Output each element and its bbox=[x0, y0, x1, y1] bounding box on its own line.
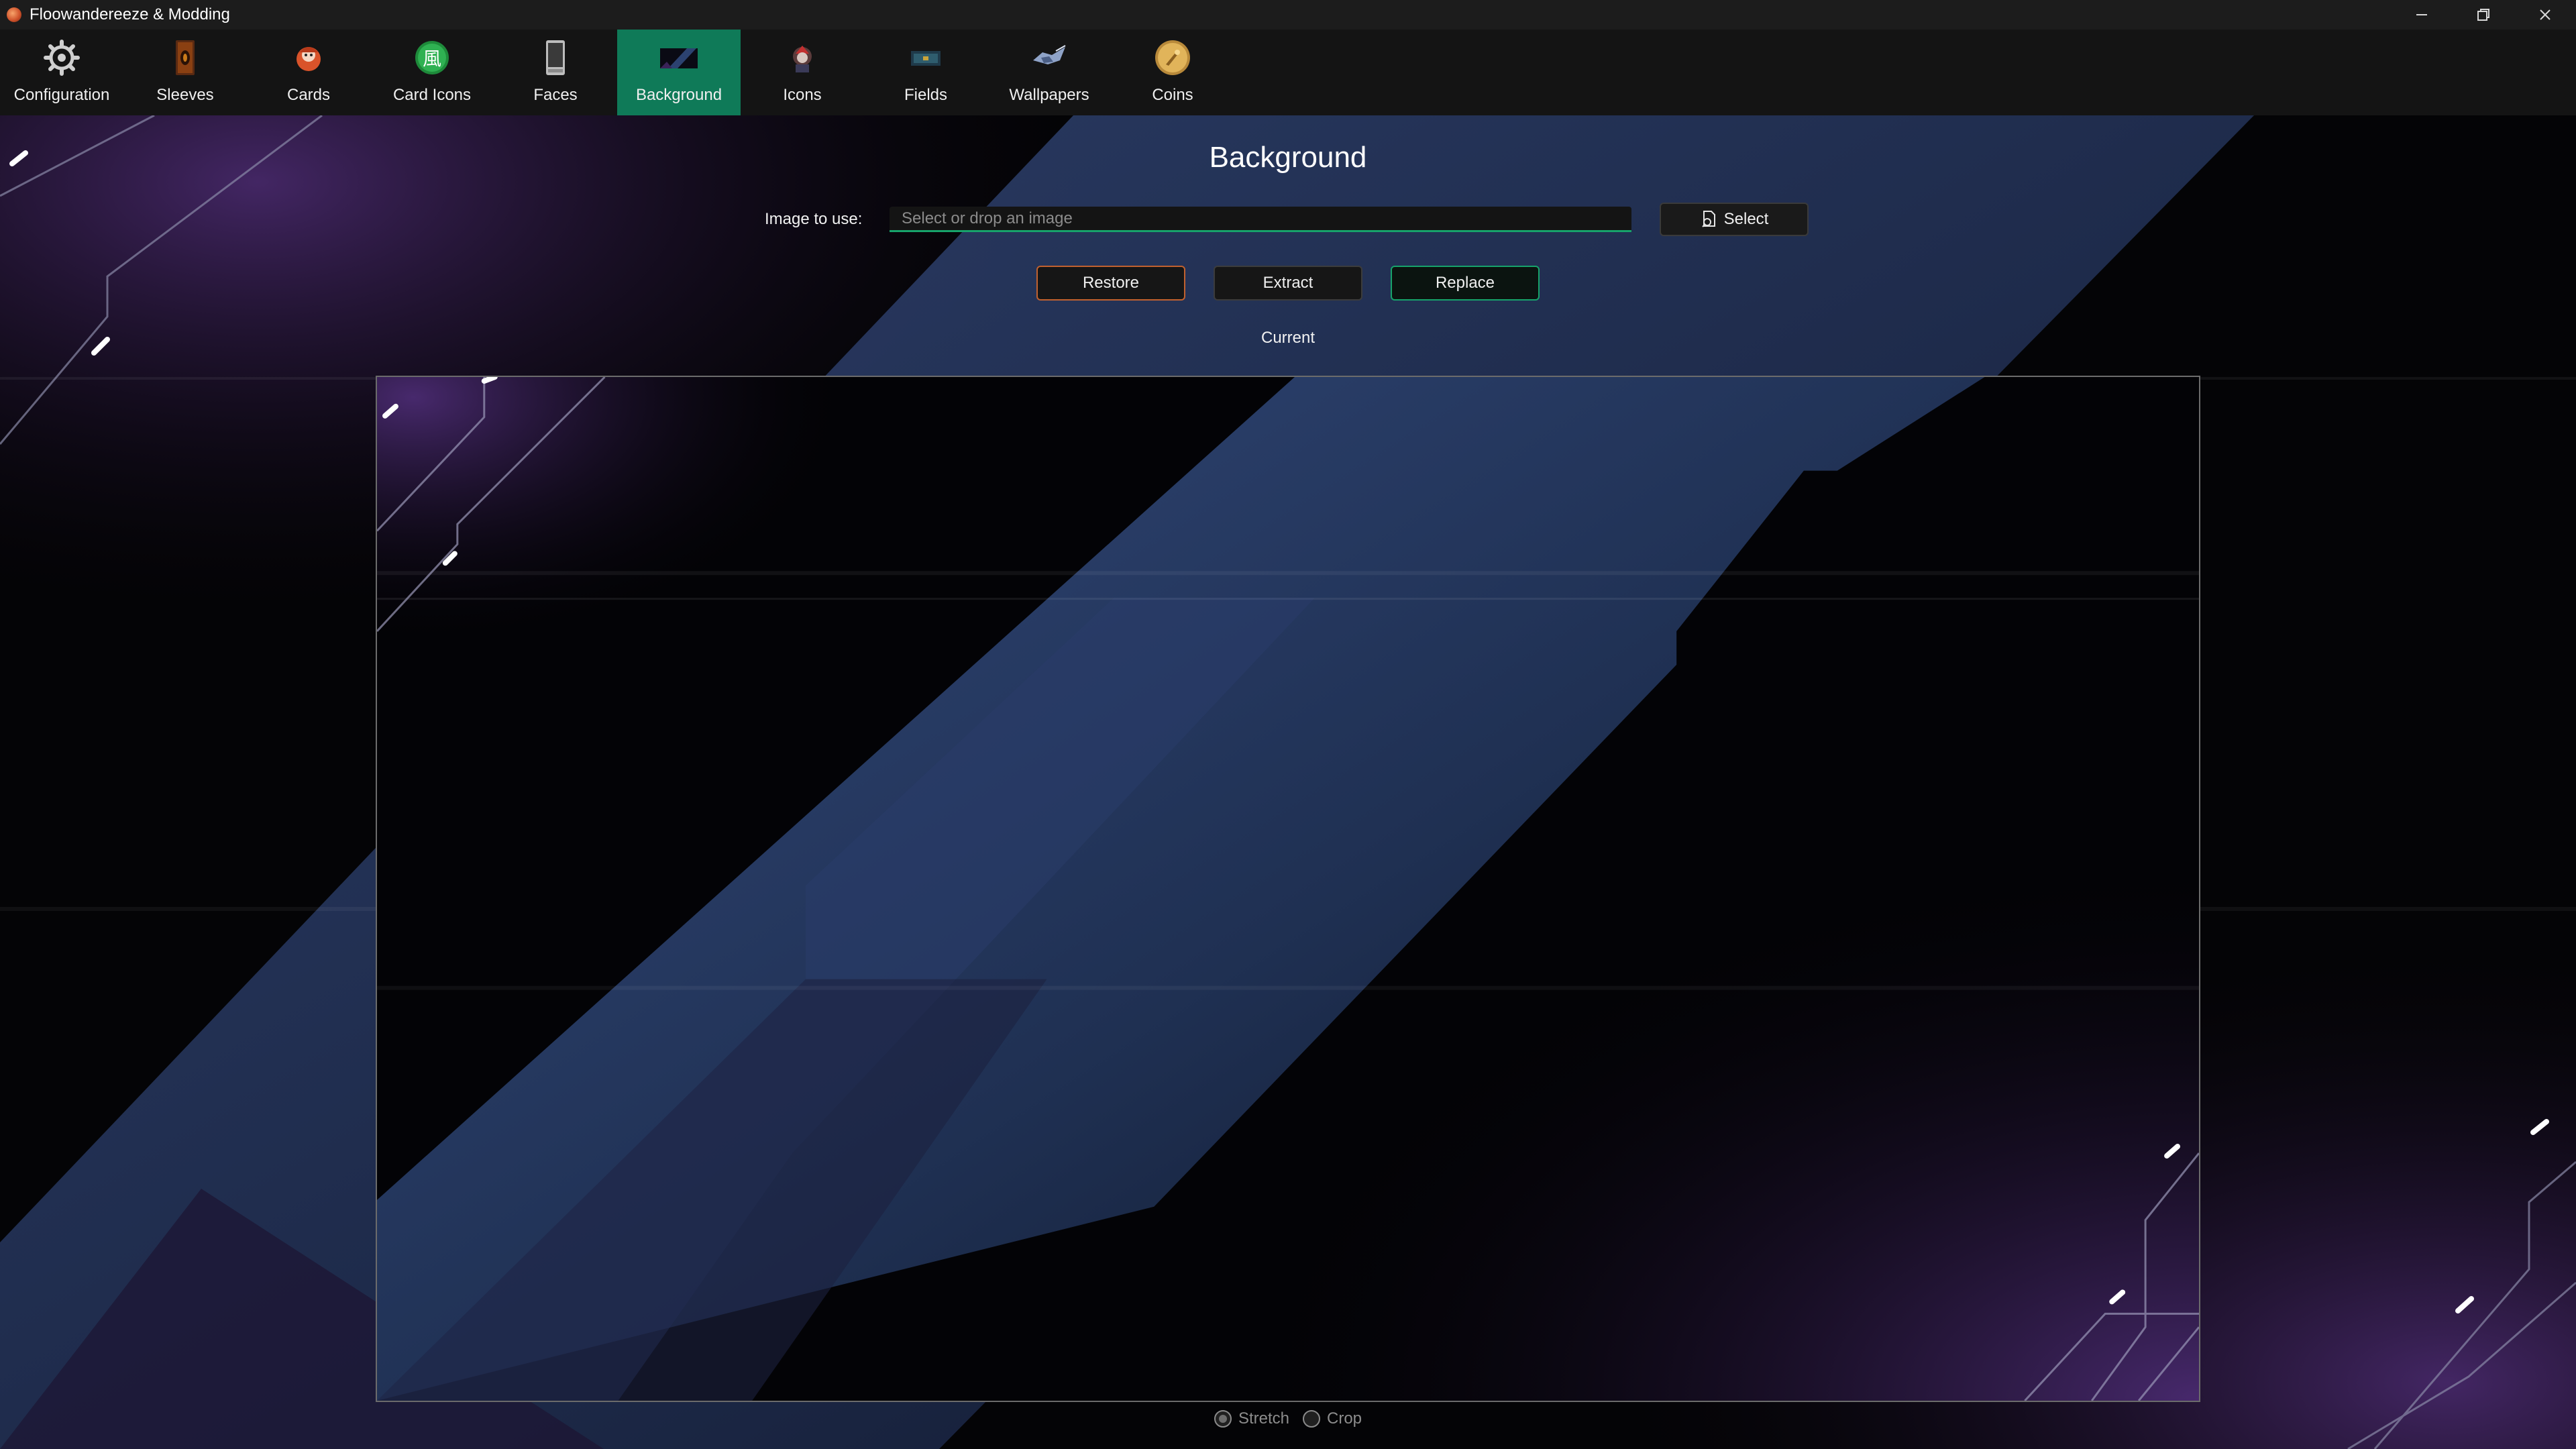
image-path-input[interactable] bbox=[890, 207, 1631, 232]
coin-icon bbox=[1151, 36, 1194, 79]
tab-label: Faces bbox=[533, 86, 578, 104]
tab-coins[interactable]: Coins bbox=[1111, 30, 1234, 115]
tab-cards[interactable]: Cards bbox=[247, 30, 370, 115]
stretch-radio[interactable] bbox=[1214, 1410, 1232, 1428]
tab-label: Card Icons bbox=[392, 86, 472, 104]
tab-label: Configuration bbox=[13, 86, 110, 104]
image-source-row: Image to use: Select bbox=[765, 203, 1809, 236]
stretch-option[interactable]: Stretch bbox=[1214, 1409, 1289, 1428]
tab-faces[interactable]: Faces bbox=[494, 30, 617, 115]
background-panel: Background Image to use: Select Restore … bbox=[0, 115, 2576, 1449]
image-to-use-label: Image to use: bbox=[765, 210, 863, 228]
wallpaper-icon bbox=[1028, 36, 1071, 79]
card-art-icon bbox=[287, 36, 330, 79]
minimize-icon bbox=[2416, 14, 2427, 15]
fit-mode-options: Stretch Crop bbox=[0, 1402, 2576, 1436]
tab-label: Cards bbox=[286, 86, 331, 104]
tab-wallpapers[interactable]: Wallpapers bbox=[987, 30, 1111, 115]
select-image-button[interactable]: Select bbox=[1660, 203, 1809, 236]
tab-configuration[interactable]: Configuration bbox=[0, 30, 123, 115]
tab-icons[interactable]: Icons bbox=[741, 30, 864, 115]
crop-option[interactable]: Crop bbox=[1303, 1409, 1362, 1428]
svg-text:風: 風 bbox=[423, 48, 441, 70]
tab-card-icons[interactable]: 風 Card Icons bbox=[370, 30, 494, 115]
select-button-label: Select bbox=[1723, 210, 1769, 228]
title-bar: Floowandereeze & Modding bbox=[0, 0, 2576, 30]
crop-label: Crop bbox=[1327, 1409, 1362, 1428]
avatar-icon bbox=[781, 36, 824, 79]
tab-background[interactable]: Background bbox=[617, 30, 741, 115]
tab-label: Icons bbox=[783, 86, 822, 104]
card-face-icon bbox=[534, 36, 577, 79]
module-toolbar: Configuration Sleeves Cards 風 Card Icons… bbox=[0, 30, 2576, 115]
app-logo-icon bbox=[7, 7, 21, 22]
gear-icon bbox=[40, 36, 83, 79]
restore-button[interactable]: Restore bbox=[1036, 266, 1185, 301]
action-buttons: Restore Extract Replace bbox=[0, 266, 2576, 301]
close-icon bbox=[2540, 9, 2551, 20]
card-sleeve-icon bbox=[164, 36, 207, 79]
current-preview-label: Current bbox=[1260, 329, 1316, 347]
tab-sleeves[interactable]: Sleeves bbox=[123, 30, 247, 115]
extract-button[interactable]: Extract bbox=[1214, 266, 1362, 301]
tab-fields[interactable]: Fields bbox=[864, 30, 987, 115]
replace-button[interactable]: Replace bbox=[1391, 266, 1540, 301]
minimize-button[interactable] bbox=[2391, 0, 2453, 30]
window-title: Floowandereeze & Modding bbox=[30, 5, 230, 23]
current-background-preview bbox=[376, 376, 2200, 1402]
tab-label: Fields bbox=[904, 86, 948, 104]
tab-label: Background bbox=[635, 86, 722, 104]
crop-radio[interactable] bbox=[1303, 1410, 1320, 1428]
background-icon bbox=[657, 36, 700, 79]
file-search-icon bbox=[1701, 211, 1715, 227]
restore-window-button[interactable] bbox=[2453, 0, 2514, 30]
stretch-label: Stretch bbox=[1238, 1409, 1289, 1428]
window-controls bbox=[2391, 0, 2576, 30]
page-title: Background bbox=[1209, 141, 1367, 174]
tab-label: Sleeves bbox=[156, 86, 214, 104]
close-button[interactable] bbox=[2514, 0, 2576, 30]
field-icon bbox=[904, 36, 947, 79]
tab-label: Wallpapers bbox=[1009, 86, 1089, 104]
wind-attribute-icon: 風 bbox=[411, 36, 453, 79]
preview-image bbox=[377, 377, 2199, 1401]
restore-window-icon bbox=[2477, 9, 2489, 21]
tab-label: Coins bbox=[1152, 86, 1193, 104]
